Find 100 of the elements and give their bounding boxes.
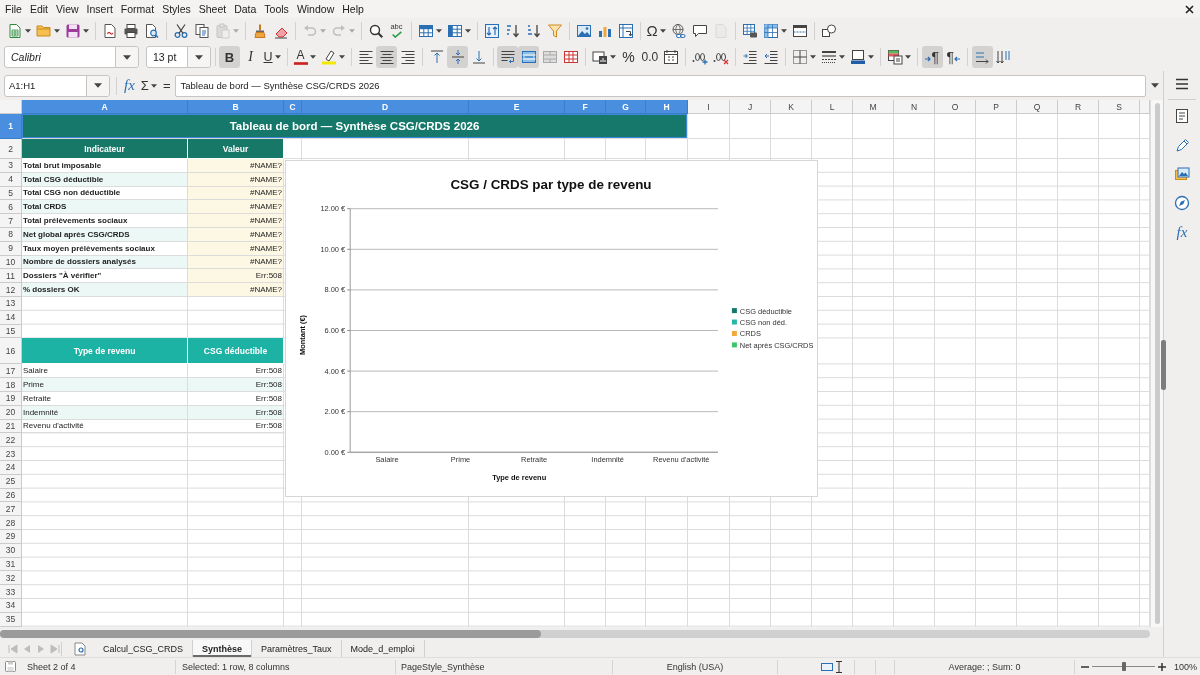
line-styles-icon[interactable] [821, 49, 838, 65]
highlighter-icon[interactable] [320, 49, 337, 65]
row-header[interactable]: 2 [0, 139, 22, 159]
special-character-button[interactable]: Ω [644, 19, 669, 42]
row-header[interactable]: 11 [0, 269, 22, 284]
conditional-format-icon[interactable] [887, 49, 904, 65]
slider-thumb[interactable] [1121, 662, 1126, 671]
caret-icon[interactable] [309, 55, 316, 59]
font-color-button[interactable]: A [291, 46, 319, 68]
right-to-left-button[interactable]: ¶ [942, 46, 964, 68]
row-header[interactable]: 27 [0, 502, 22, 517]
sheet-tab[interactable]: Paramètres_Taux [252, 640, 342, 657]
row-header[interactable]: 28 [0, 516, 22, 530]
row-header[interactable]: 12 [0, 283, 22, 297]
sheet-tab[interactable]: Mode_d_emploi [341, 640, 425, 657]
menu-item[interactable]: File [1, 0, 26, 18]
caret-icon[interactable] [780, 28, 787, 33]
row-header[interactable]: 32 [0, 571, 22, 586]
formula-button[interactable]: = [159, 74, 174, 97]
zoom-percent-text[interactable]: 100% [1174, 661, 1198, 672]
images-icon[interactable] [1174, 166, 1190, 182]
italic-button[interactable]: I [240, 46, 261, 68]
close-icon[interactable] [1185, 4, 1194, 14]
caret-icon[interactable] [123, 54, 131, 60]
row-header[interactable]: 17 [0, 364, 22, 379]
table-rows-icon[interactable] [417, 22, 434, 39]
font-size-combobox[interactable]: 13 pt [146, 46, 211, 68]
row-header[interactable]: 6 [0, 200, 22, 215]
column-header[interactable]: K [771, 100, 812, 114]
caret-icon[interactable] [609, 55, 616, 59]
row-header[interactable]: 33 [0, 585, 22, 599]
text-cursor-icon[interactable] [835, 660, 842, 673]
resize-handle[interactable] [1161, 340, 1166, 390]
font-name-combobox[interactable]: Calibri [4, 46, 139, 68]
vertical-scrollbar[interactable] [1150, 100, 1163, 627]
caret-icon[interactable] [150, 83, 157, 88]
row-header[interactable]: 23 [0, 447, 22, 461]
row-header[interactable]: 22 [0, 433, 22, 448]
menu-item[interactable]: Format [116, 0, 159, 18]
caret-icon[interactable] [810, 55, 817, 59]
formula-input[interactable]: Tableau de bord — Synthèse CSG/CRDS 2026 [175, 74, 1146, 97]
caret-icon[interactable] [659, 28, 666, 33]
column-header[interactable]: M [853, 100, 894, 114]
underline-button[interactable]: U [261, 46, 284, 68]
menu-item[interactable]: Data [230, 0, 261, 18]
selection-mode-icon[interactable] [820, 662, 833, 671]
caret-icon[interactable] [94, 83, 102, 88]
menu-item[interactable]: Styles [158, 0, 195, 18]
add-sheet-icon[interactable] [74, 641, 86, 656]
menu-item[interactable]: Tools [260, 0, 293, 18]
number-button[interactable]: 0.0 [639, 46, 661, 68]
row-header[interactable]: 18 [0, 378, 22, 392]
spreadsheet-icon[interactable] [6, 22, 23, 39]
menu-icon[interactable] [1174, 76, 1190, 92]
border-color-icon[interactable] [850, 49, 867, 65]
caret-icon[interactable] [24, 28, 31, 33]
scrollbar-thumb[interactable] [0, 629, 541, 638]
column-header[interactable]: I [688, 100, 730, 114]
caret-icon[interactable] [338, 55, 345, 59]
number-format-icon[interactable] [591, 49, 608, 65]
color-bar-icon[interactable] [293, 62, 308, 65]
caret-icon[interactable] [464, 28, 471, 33]
name-box[interactable]: A1:H1 [4, 74, 110, 97]
menu-item[interactable]: Help [338, 0, 368, 18]
caret-icon[interactable] [435, 28, 442, 33]
menu-item[interactable]: Edit [25, 0, 52, 18]
zoom-in-icon[interactable] [1158, 662, 1166, 671]
column-header[interactable]: S [1099, 100, 1140, 114]
functions-button[interactable]: fx [1169, 219, 1195, 245]
scrollbar-thumb[interactable] [1154, 103, 1160, 624]
column-header[interactable]: N [894, 100, 935, 114]
column-header[interactable]: R [1058, 100, 1099, 114]
column-header[interactable]: L [812, 100, 853, 114]
sum-button[interactable]: Σ [137, 74, 160, 97]
language-text[interactable]: English (USA) [666, 661, 724, 672]
page-style-text[interactable]: PageStyle_Synthèse [401, 661, 485, 672]
menu-item[interactable]: View [52, 0, 83, 18]
menu-item[interactable]: Sheet [194, 0, 231, 18]
left-to-right-button[interactable]: ¶ [921, 46, 943, 68]
caret-icon[interactable] [195, 54, 203, 60]
sheet-tab[interactable]: Synthèse [193, 640, 253, 657]
column-header[interactable]: O [935, 100, 976, 114]
caret-icon[interactable] [905, 55, 912, 59]
row-header[interactable]: 3 [0, 159, 22, 173]
column-header[interactable]: J [730, 100, 771, 114]
caret-icon[interactable] [82, 28, 89, 33]
properties-icon[interactable] [1174, 108, 1190, 124]
horizontal-scrollbar[interactable] [0, 629, 1150, 638]
caret-icon[interactable] [839, 55, 846, 59]
compass-icon[interactable] [1174, 195, 1190, 211]
menu-item[interactable]: Window [292, 0, 339, 18]
bold-button[interactable]: B [219, 46, 240, 68]
caret-icon[interactable] [868, 55, 875, 59]
caret-icon[interactable] [274, 55, 281, 59]
menu-item[interactable]: Insert [82, 0, 117, 18]
freeze-grid-icon[interactable] [762, 22, 779, 39]
column-header[interactable]: P [976, 100, 1017, 114]
pen-icon[interactable] [1174, 137, 1190, 153]
percent-button[interactable]: % [618, 46, 640, 68]
caret-icon[interactable] [53, 28, 60, 33]
